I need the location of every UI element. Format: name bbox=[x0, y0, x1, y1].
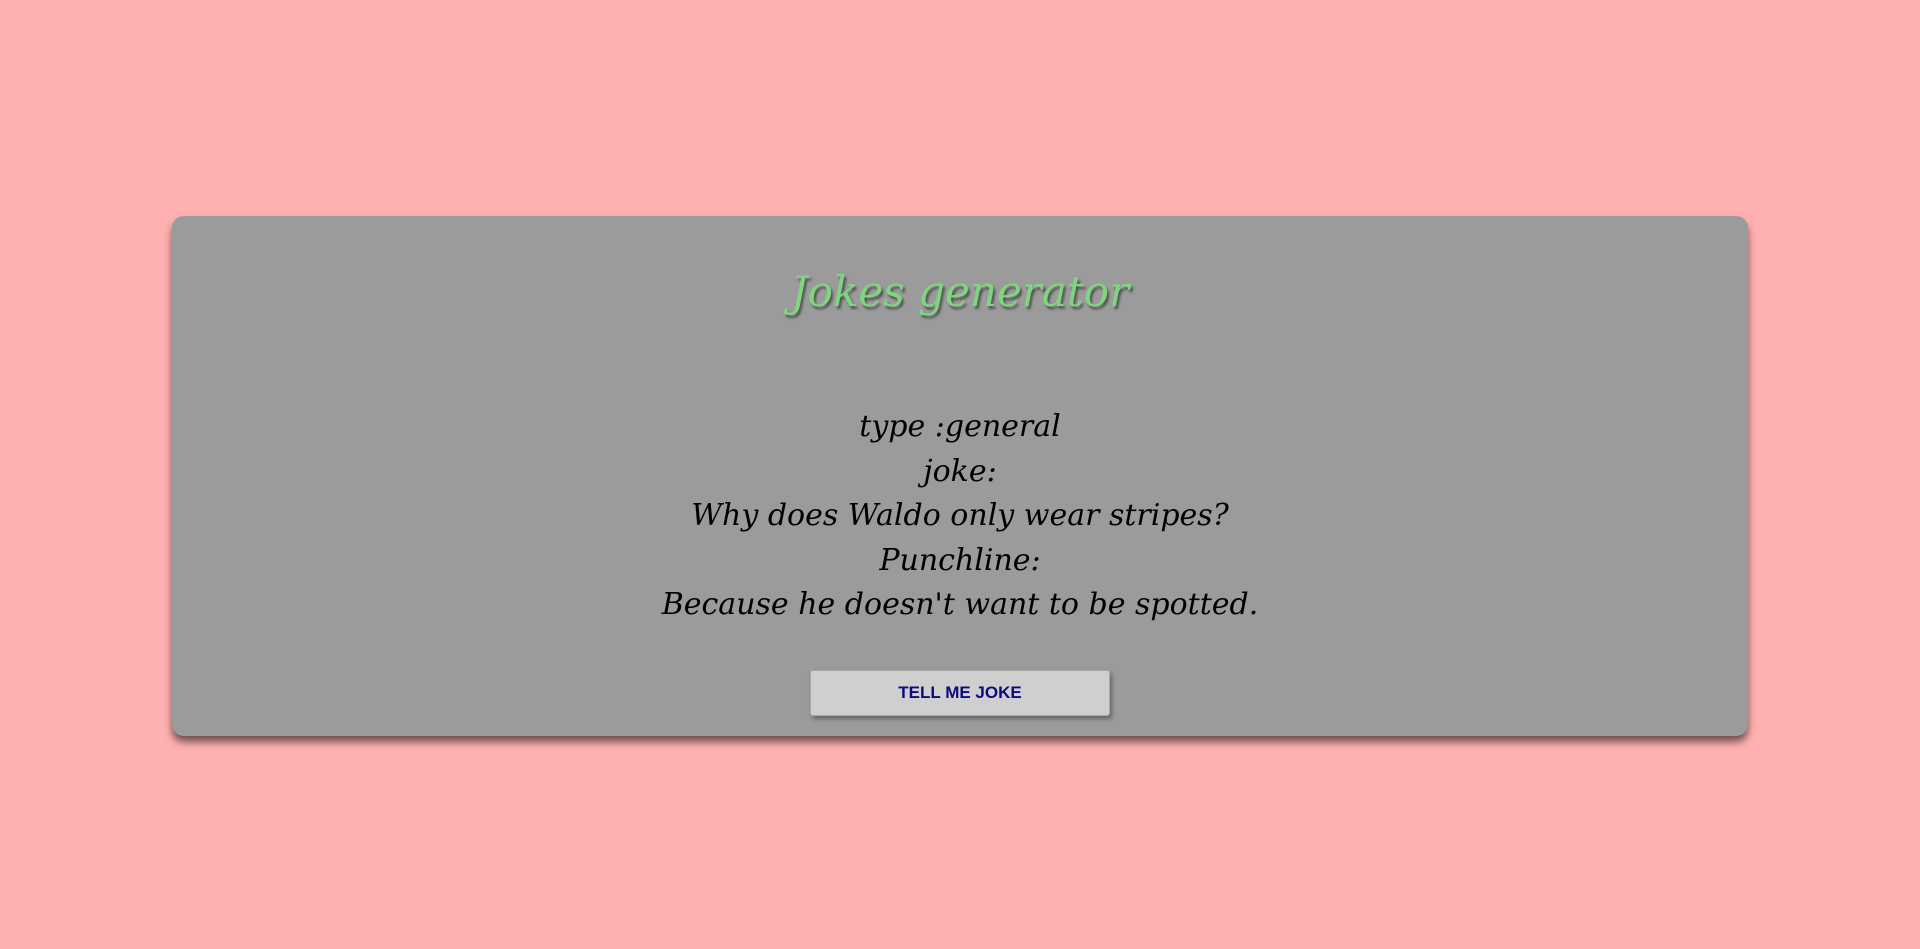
joke-setup: Why does Waldo only wear stripes? bbox=[691, 498, 1229, 533]
joke-type: type :general bbox=[859, 409, 1061, 444]
page-title: Jokes generator bbox=[790, 267, 1130, 316]
joke-content: type :general joke: Why does Waldo only … bbox=[0, 405, 1920, 628]
joke-label: joke: bbox=[923, 453, 997, 489]
punchline-label: Punchline: bbox=[879, 542, 1041, 578]
tell-me-joke-button[interactable]: TELL ME JOKE bbox=[810, 670, 1110, 716]
joke-punchline: Because he doesn't want to be spotted. bbox=[661, 587, 1259, 622]
